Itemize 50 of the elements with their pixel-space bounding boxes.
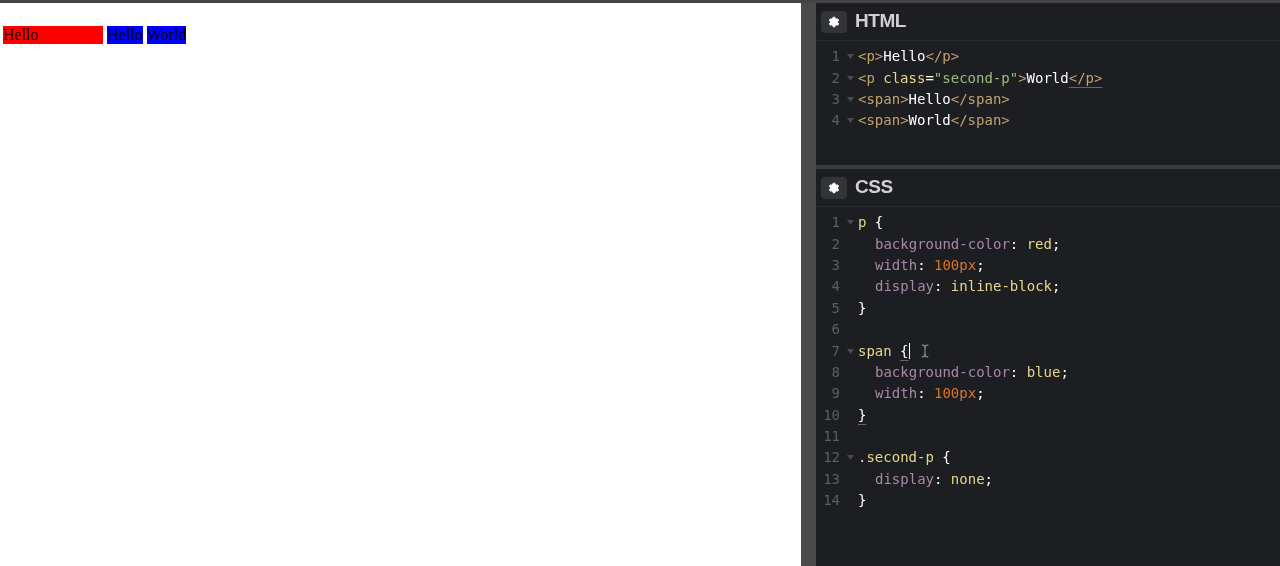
line-number: 1	[830, 213, 841, 233]
code-line: }	[858, 405, 867, 425]
fold-caret-icon[interactable]	[846, 54, 854, 60]
fold-caret-icon[interactable]	[846, 75, 854, 81]
settings-icon	[828, 181, 840, 194]
code-line: background-color: red;	[874, 234, 1061, 254]
fold-caret-icon[interactable]	[846, 220, 854, 226]
settings-button[interactable]	[821, 10, 847, 33]
code-line: display: none;	[874, 469, 993, 489]
line-number: 12	[822, 448, 841, 468]
code-line: p {	[858, 213, 884, 233]
code-line: width: 100px;	[874, 255, 985, 275]
code-line: background-color: blue;	[874, 362, 1069, 382]
code-line: span {	[858, 341, 909, 361]
fold-caret-icon[interactable]	[846, 455, 854, 461]
fold-caret-icon[interactable]	[846, 96, 854, 102]
preview-text: Hello	[3, 26, 103, 44]
line-number: 10	[822, 405, 841, 425]
code-line: .second-p {	[858, 448, 951, 468]
text-caret	[908, 343, 910, 360]
fold-caret-icon[interactable]	[846, 118, 854, 124]
line-number: 14	[822, 491, 841, 511]
preview-text: Hello	[107, 26, 143, 44]
fold-caret-icon[interactable]	[846, 348, 854, 354]
code-line: width: 100px;	[874, 384, 985, 404]
line-number: 5	[830, 298, 841, 318]
line-number: 2	[830, 234, 841, 254]
settings-button[interactable]	[821, 176, 847, 199]
code-line: }	[858, 491, 867, 511]
line-number: 3	[830, 255, 841, 275]
line-number: 9	[830, 384, 841, 404]
code-line: display: inline-block;	[874, 277, 1061, 297]
line-number: 4	[830, 111, 841, 131]
code-line: <p>Hello</p>	[858, 47, 960, 67]
line-number: 8	[830, 362, 841, 382]
panel-title: HTML	[855, 9, 906, 34]
code-line: <span>Hello</span>	[858, 89, 1010, 109]
panel-title: CSS	[855, 175, 893, 200]
line-number: 4	[830, 277, 841, 297]
line-number: 7	[830, 341, 841, 361]
line-number: 13	[822, 469, 841, 489]
line-number: 3	[830, 89, 841, 109]
line-number: 6	[830, 320, 841, 340]
line-number: 1	[830, 47, 841, 67]
line-number: 2	[830, 68, 841, 88]
code-line: }	[858, 298, 867, 318]
code-line: <p class="second-p">World</p>	[858, 68, 1103, 88]
line-number: 11	[822, 427, 841, 447]
settings-icon	[828, 15, 840, 28]
code-line: <span>World</span>	[858, 111, 1010, 131]
